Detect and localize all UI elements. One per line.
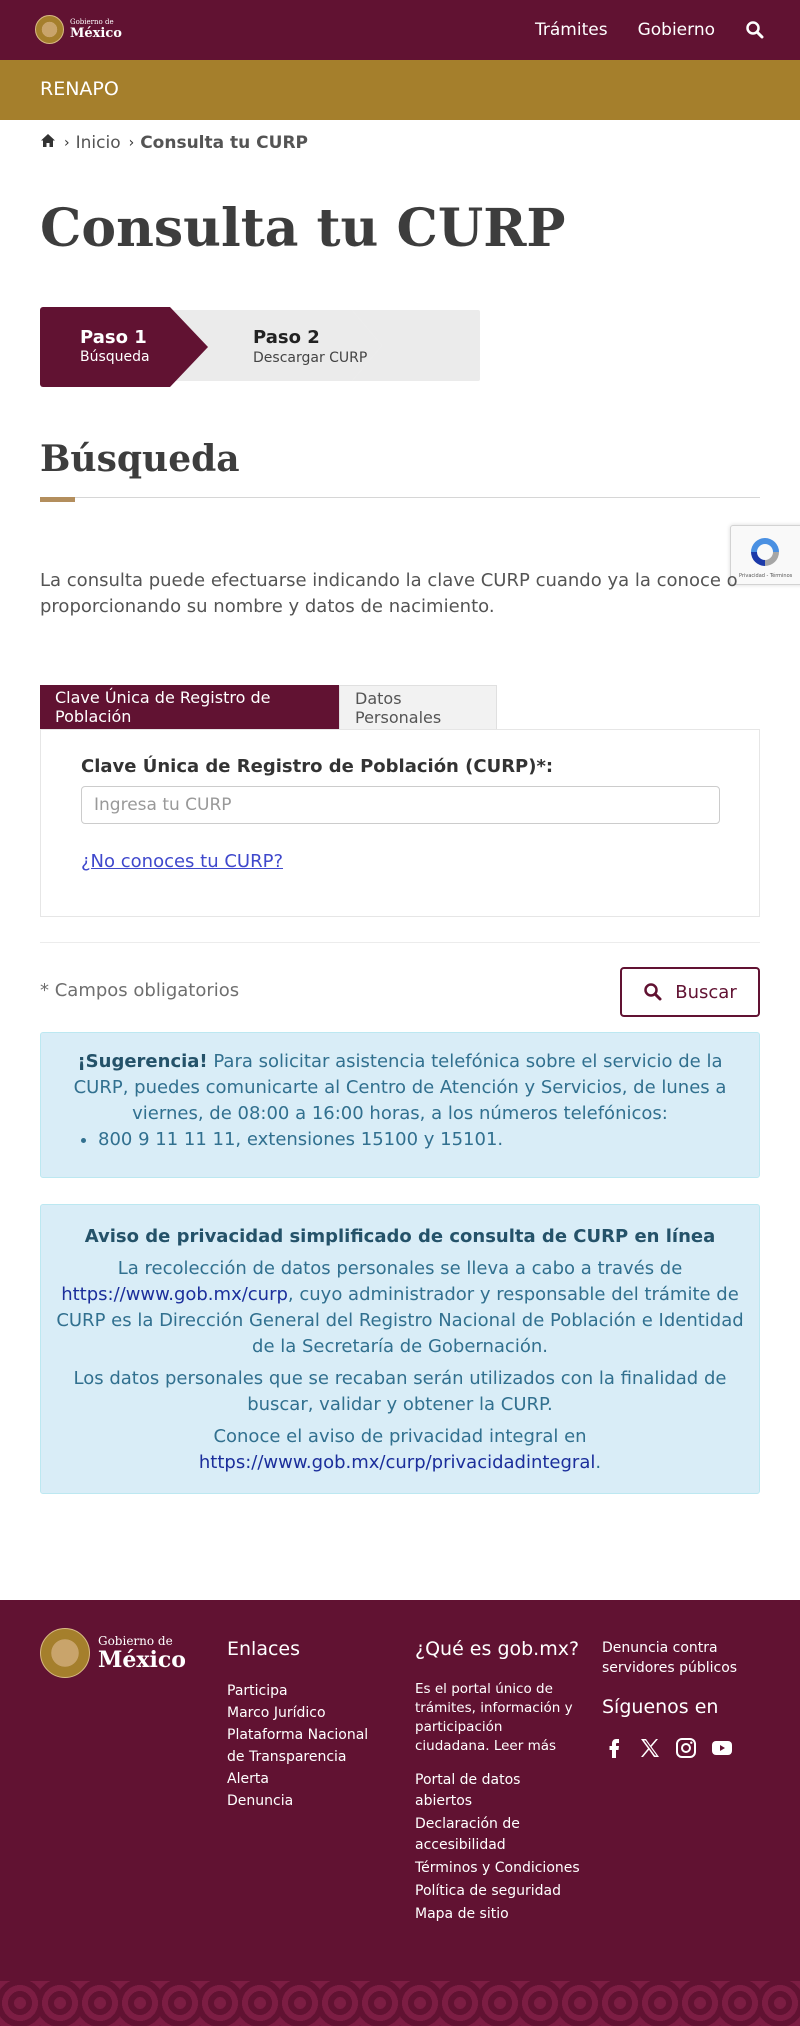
section-divider-accent [40, 497, 75, 502]
recaptcha-icon [747, 534, 783, 570]
footer-link-denuncia[interactable]: Denuncia [227, 1793, 293, 1809]
required-fields-note: * Campos obligatorios [40, 980, 240, 1001]
x-icon[interactable] [638, 1736, 662, 1760]
footer-what-description: Es el portal único de trámites, informac… [415, 1680, 580, 1756]
recaptcha-terms[interactable]: Privacidad - Términos [739, 573, 792, 579]
footer-link-mapa-sitio[interactable]: Mapa de sitio [415, 1906, 509, 1922]
footer-link-transparencia[interactable]: Plataforma Nacional de Transparencia [227, 1727, 368, 1765]
privacy-paragraph-2: Los datos personales que se recaban será… [73, 1368, 727, 1415]
curp-site-link[interactable]: https://www.gob.mx/curp [61, 1284, 288, 1305]
page-title: Consulta tu CURP [40, 198, 566, 259]
step-2-title: Paso 2 [253, 327, 320, 348]
footer-social-column: Denuncia contra servidores públicos Sígu… [602, 1638, 782, 1760]
tab-datos-personales[interactable]: Datos Personales [339, 685, 497, 729]
tab-curp[interactable]: Clave Única de Registro de Población [40, 685, 339, 729]
search-button-label: Buscar [675, 981, 737, 1003]
footer-links-title: Enlaces [227, 1638, 301, 1660]
search-icon[interactable] [745, 20, 765, 40]
footer-read-more-link[interactable]: Leer más [494, 1738, 556, 1754]
footer-follow-title: Síguenos en [602, 1696, 719, 1718]
search-icon [644, 983, 662, 1001]
section-title: Búsqueda [40, 438, 240, 480]
curp-label: Clave Única de Registro de Población (CU… [81, 756, 554, 777]
footer: Gobierno de México Enlaces Participa Mar… [0, 1600, 800, 2026]
youtube-icon[interactable] [710, 1736, 734, 1760]
intro-text: La consulta puede efectuarse indicando l… [40, 570, 738, 617]
step-2-subtitle: Descargar CURP [253, 350, 368, 366]
chevron-right-icon: › [64, 135, 70, 151]
suggestion-alert: ¡Sugerencia! Para solicitar asistencia t… [40, 1032, 760, 1178]
instagram-icon[interactable] [674, 1736, 698, 1760]
footer-logo-line1: Gobierno de [98, 1634, 173, 1648]
step-1-subtitle: Búsqueda [80, 349, 150, 365]
national-seal-icon [35, 15, 64, 44]
footer-link-terminos[interactable]: Términos y Condiciones [415, 1860, 580, 1876]
facebook-icon[interactable] [602, 1736, 626, 1760]
footer-link-marco-juridico[interactable]: Marco Jurídico [227, 1705, 326, 1721]
agency-title[interactable]: RENAPO [40, 78, 119, 100]
social-links [602, 1736, 782, 1760]
footer-what-title: ¿Qué es gob.mx? [415, 1638, 580, 1660]
footer-link-alerta[interactable]: Alerta [227, 1771, 269, 1787]
suggestion-strong: ¡Sugerencia! [77, 1051, 208, 1072]
step-1-title: Paso 1 [80, 327, 147, 348]
suggestion-text: ¡Sugerencia! Para solicitar asistencia t… [53, 1049, 747, 1127]
footer-logo-line2: México [98, 1647, 186, 1673]
privacy-p3-before: Conoce el aviso de privacidad integral e… [213, 1426, 587, 1447]
breadcrumb: › Inicio › Consulta tu CURP [40, 133, 308, 153]
footer-links-column: Enlaces Participa Marco Jurídico Platafo… [227, 1638, 387, 1812]
logo-line2: México [70, 26, 122, 41]
footer-link-datos-abiertos[interactable]: Portal de datos abiertos [415, 1772, 520, 1809]
tab-panel-curp: Clave Única de Registro de Población (CU… [40, 729, 760, 917]
chevron-right-icon: › [128, 135, 135, 151]
nav-gobierno[interactable]: Gobierno [638, 20, 715, 40]
unknown-curp-link[interactable]: ¿No conoces tu CURP? [81, 851, 283, 872]
nav-tramites[interactable]: Trámites [535, 20, 608, 40]
footer-logo[interactable]: Gobierno de México [40, 1628, 186, 1678]
stepper: Paso 2 Descargar CURP Paso 1 Búsqueda [40, 307, 480, 387]
top-navbar: Gobierno de México Trámites Gobierno [0, 0, 800, 60]
privacy-paragraph-1: La recolección de datos personales se ll… [53, 1256, 747, 1360]
home-icon[interactable] [40, 133, 56, 153]
section-divider [40, 497, 760, 498]
breadcrumb-current: Consulta tu CURP [140, 133, 309, 153]
form-divider [40, 942, 760, 943]
phone-item: 800 9 11 11 11, extensiones 15100 y 1510… [98, 1127, 747, 1153]
footer-what-column: ¿Qué es gob.mx? Es el portal único de tr… [415, 1638, 580, 1927]
recaptcha-badge[interactable]: Privacidad - Términos [730, 525, 800, 585]
privacy-alert: Aviso de privacidad simplificado de cons… [40, 1204, 760, 1494]
privacy-integral-link[interactable]: https://www.gob.mx/curp/privacidadintegr… [199, 1452, 595, 1473]
privacy-heading: Aviso de privacidad simplificado de cons… [84, 1226, 716, 1247]
search-tabs: Clave Única de Registro de Población Dat… [40, 685, 497, 729]
curp-input[interactable] [81, 786, 720, 824]
footer-link-denuncia-servidores[interactable]: Denuncia contra servidores públicos [602, 1638, 782, 1678]
phone-list: 800 9 11 11 11, extensiones 15100 y 1510… [98, 1127, 747, 1153]
search-button[interactable]: Buscar [620, 967, 760, 1017]
privacy-p3-after: . [595, 1452, 602, 1473]
main-nav: Trámites Gobierno [535, 0, 800, 60]
footer-link-seguridad[interactable]: Política de seguridad [415, 1883, 561, 1899]
logo-line1: Gobierno de [70, 18, 114, 26]
gob-mx-logo[interactable]: Gobierno de México [35, 15, 122, 44]
breadcrumb-home[interactable]: Inicio [76, 133, 121, 153]
agency-bar: RENAPO [0, 60, 800, 120]
footer-link-accesibilidad[interactable]: Declaración de accesibilidad [415, 1816, 520, 1853]
national-seal-icon [40, 1628, 90, 1678]
footer-decorative-pattern [0, 1981, 800, 2026]
privacy-p1-before: La recolección de datos personales se ll… [117, 1258, 683, 1279]
footer-link-participa[interactable]: Participa [227, 1683, 288, 1699]
privacy-paragraph-3: Conoce el aviso de privacidad integral e… [53, 1424, 747, 1476]
